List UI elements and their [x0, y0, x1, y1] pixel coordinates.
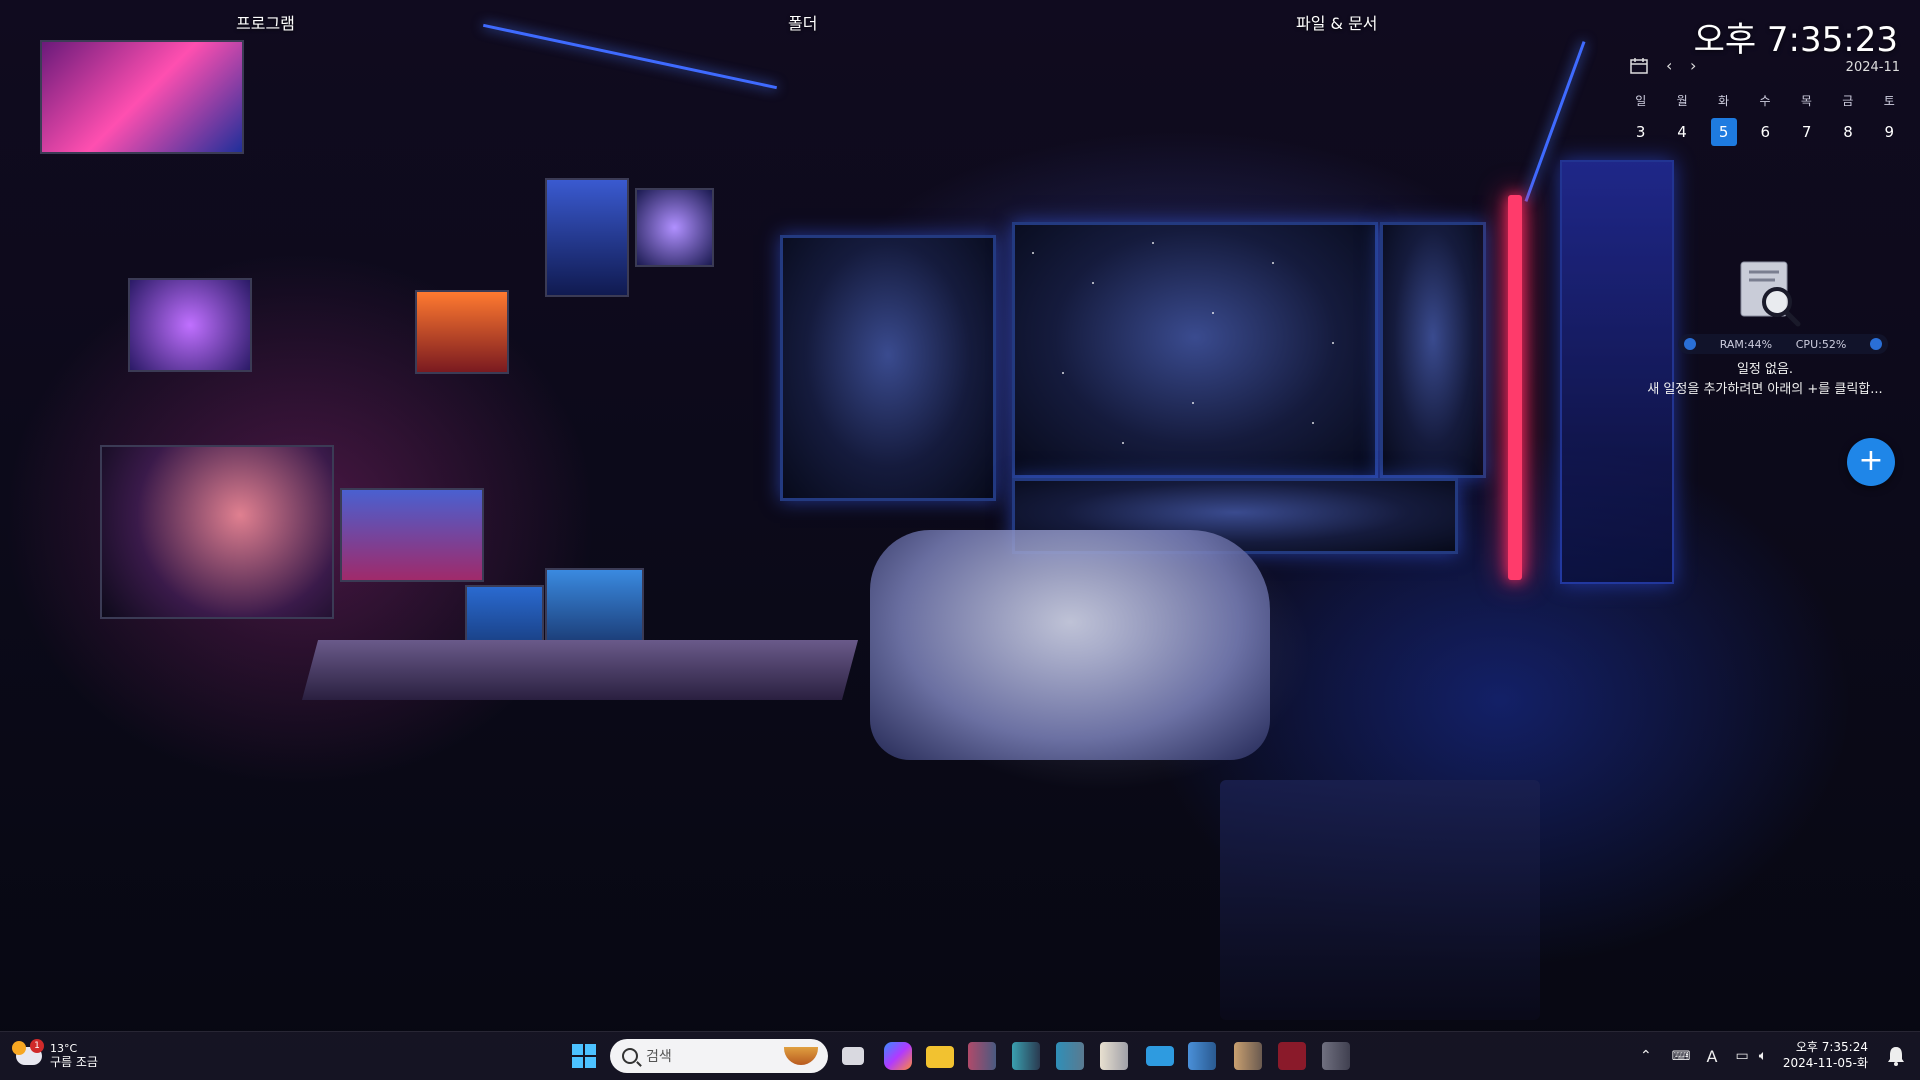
desk-monitor-2	[545, 568, 644, 672]
widget-clock-time: 오후 7:35:23	[1693, 20, 1898, 60]
pinned-app-2-icon[interactable]	[1012, 1042, 1040, 1070]
windows-logo-tile	[585, 1057, 596, 1068]
task-view-icon[interactable]	[842, 1047, 864, 1065]
input-language[interactable]: A	[1707, 1047, 1718, 1066]
weekday-wed: 수	[1759, 94, 1771, 108]
taskbar-date: 2024-11-05-화	[1782, 1056, 1868, 1070]
calendar-date[interactable]: 7	[1786, 118, 1827, 146]
volume-icon[interactable]: 🔈︎	[1759, 1048, 1767, 1064]
calendar-date[interactable]: 3	[1620, 118, 1661, 146]
calendar-dates: 3 4 5 6 7 8 9	[1620, 118, 1910, 146]
pinned-app-3-icon[interactable]	[1056, 1042, 1084, 1070]
bed	[870, 530, 1270, 760]
chevron-up-icon[interactable]: ⌃	[1640, 1048, 1652, 1064]
calendar-date[interactable]: 8	[1827, 118, 1868, 146]
calendar-icon[interactable]	[1630, 58, 1648, 74]
search-icon	[622, 1048, 638, 1064]
pinned-app-8-icon[interactable]	[1278, 1042, 1306, 1070]
equipment	[1220, 780, 1540, 1020]
file-explorer-icon[interactable]	[926, 1046, 954, 1068]
weather-temp: 13°C	[50, 1042, 78, 1055]
taskbar-search[interactable]: 검색	[610, 1039, 828, 1073]
add-schedule-button[interactable]: +	[1847, 438, 1895, 486]
calendar-weekdays: 일 월 화 수 목 금 토	[1620, 92, 1910, 109]
pinned-app-7-icon[interactable]	[1234, 1042, 1262, 1070]
taskbar-clock[interactable]: 오후 7:35:24 2024-11-05-화	[1783, 1039, 1868, 1071]
weekday-sat: 토	[1883, 94, 1895, 108]
system-tray: ⌃ ⌨ A ▭ 🔈︎	[1640, 1032, 1767, 1080]
window-right	[1380, 222, 1486, 478]
start-button[interactable]	[572, 1044, 596, 1068]
search-highlight-icon	[784, 1047, 818, 1065]
taskbar: 1 13°C 구름 조금 검색 ⌃ ⌨ A ▭ 🔈︎ 오후 7:35:24 20…	[0, 1031, 1920, 1080]
taskbar-time: 오후 7:35:24	[1795, 1040, 1868, 1054]
network-icon[interactable]: ▭	[1735, 1048, 1748, 1064]
pinned-app-9-icon[interactable]	[1322, 1042, 1350, 1070]
weather-cloud-icon: 1	[12, 1039, 44, 1065]
schedule-empty-title: 일정 없음.	[1736, 362, 1794, 377]
wall-screen-7	[340, 488, 484, 582]
wall-screen-3	[100, 445, 334, 619]
neon-sign	[1508, 195, 1522, 580]
folder-group-label[interactable]: 폴더	[788, 10, 817, 34]
document-search-icon	[1740, 261, 1801, 327]
pinned-app-6-icon[interactable]	[1188, 1042, 1216, 1070]
arrow-right-icon[interactable]	[1869, 338, 1882, 350]
weather-widget[interactable]: 1 13°C 구름 조금	[12, 1038, 98, 1074]
desk	[301, 640, 859, 700]
ceiling-neon-strip-right	[1524, 41, 1586, 202]
weekday-fri: 금	[1842, 94, 1854, 108]
copilot-icon[interactable]	[884, 1042, 912, 1070]
calendar-date[interactable]: 9	[1869, 118, 1910, 146]
stats-indicator-icon	[1684, 338, 1696, 350]
ceiling-neon-strip	[482, 23, 778, 90]
files-docs-group-label[interactable]: 파일 & 문서	[1296, 10, 1378, 34]
calendar-next-button[interactable]: ›	[1690, 56, 1696, 75]
weather-condition: 구름 조금	[50, 1055, 98, 1069]
pinned-app-5-icon[interactable]	[1146, 1046, 1174, 1066]
weather-badge: 1	[30, 1039, 44, 1053]
calendar-date[interactable]: 4	[1661, 118, 1702, 146]
windows-logo-tile	[572, 1057, 583, 1068]
calendar-date-today[interactable]: 5	[1710, 118, 1737, 146]
weekday-mon: 월	[1676, 94, 1688, 108]
keyboard-icon[interactable]: ⌨	[1672, 1049, 1691, 1064]
wall-screen-4	[545, 178, 629, 297]
wall-screen-6	[415, 290, 509, 374]
cpu-usage: CPU:52%	[1795, 337, 1847, 351]
programs-group-label[interactable]: 프로그램	[236, 10, 295, 34]
system-stats-bar: RAM:44% CPU:52%	[1678, 334, 1888, 354]
stars	[1012, 222, 1372, 472]
desk-monitor-1	[465, 585, 544, 699]
weekday-thu: 목	[1800, 94, 1812, 108]
windows-logo-tile	[585, 1044, 596, 1055]
pinned-app-1-icon[interactable]	[968, 1042, 996, 1070]
window-lower	[1012, 478, 1458, 554]
wallpaper	[0, 0, 1920, 1080]
calendar-month: 2024-11	[1845, 60, 1900, 75]
window-center	[1012, 222, 1378, 478]
wall-screen-2	[128, 278, 252, 372]
calendar-date[interactable]: 6	[1745, 118, 1786, 146]
pinned-app-4-icon[interactable]	[1100, 1042, 1128, 1070]
calendar-prev-button[interactable]: ‹	[1666, 56, 1672, 75]
wall-screen-5	[635, 188, 714, 267]
schedule-empty-hint: 새 일정을 추가하려면 아래의 +를 클릭합...	[1647, 382, 1883, 397]
window-left	[780, 235, 996, 501]
windows-logo-icon	[572, 1044, 583, 1055]
weekday-tue: 화	[1718, 94, 1730, 108]
search-placeholder: 검색	[646, 1049, 672, 1065]
weekday-sun: 일	[1635, 94, 1647, 108]
ram-usage: RAM:44%	[1719, 337, 1773, 351]
weather-sun-icon	[12, 1041, 26, 1055]
wall-screen-1	[40, 40, 244, 154]
notification-bell-icon[interactable]	[1886, 1045, 1906, 1067]
